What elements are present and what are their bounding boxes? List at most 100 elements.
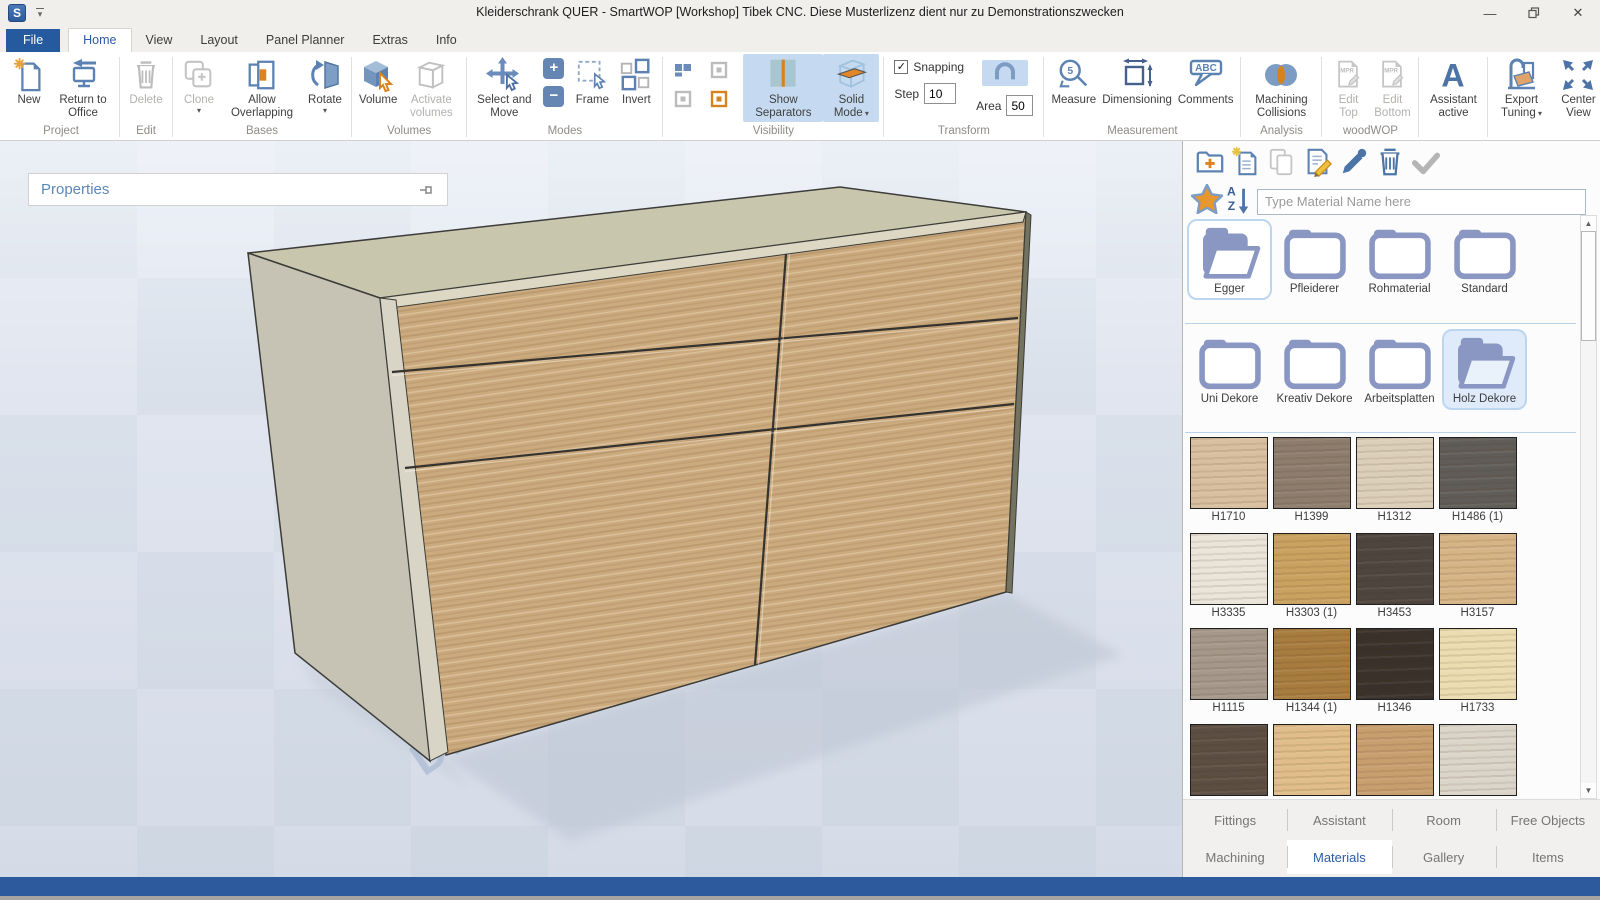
materials-scrollbar[interactable]: ▲ ▼ bbox=[1580, 215, 1597, 799]
select-and-move-button[interactable]: Select and Move bbox=[471, 54, 537, 122]
area-input[interactable] bbox=[1006, 95, 1033, 116]
material-swatch[interactable]: H1486 (1) bbox=[1438, 437, 1517, 524]
machining-collisions-button[interactable]: Machining Collisions bbox=[1245, 54, 1317, 122]
folder-kreativ-dekore[interactable]: Kreativ Dekore bbox=[1272, 329, 1357, 410]
invert-button[interactable]: Invert bbox=[614, 54, 658, 109]
copy-material-icon[interactable] bbox=[1267, 147, 1297, 177]
tab-panel-planner[interactable]: Panel Planner bbox=[252, 29, 359, 52]
scrollbar-thumb[interactable] bbox=[1581, 231, 1596, 341]
tab-room[interactable]: Room bbox=[1392, 803, 1496, 837]
material-chip[interactable] bbox=[1273, 437, 1351, 509]
apply-check-icon[interactable] bbox=[1411, 147, 1441, 177]
tab-assistant[interactable]: Assistant bbox=[1287, 803, 1391, 837]
scroll-up-button[interactable]: ▲ bbox=[1581, 216, 1596, 231]
pin-icon[interactable] bbox=[419, 182, 435, 198]
active-panel-toggle-icon[interactable] bbox=[709, 89, 729, 109]
tab-free-objects[interactable]: Free Objects bbox=[1496, 803, 1600, 837]
tab-info[interactable]: Info bbox=[422, 29, 471, 52]
allow-overlapping-button[interactable]: Allow Overlapping bbox=[221, 54, 303, 122]
dresser-3d-model[interactable]: Dresser bbox=[0, 141, 1182, 877]
export-tuning-dropdown-icon[interactable]: ▾ bbox=[1536, 109, 1542, 118]
comments-button[interactable]: ABC Comments bbox=[1175, 54, 1237, 109]
material-chip[interactable] bbox=[1356, 437, 1434, 509]
tab-machining[interactable]: Machining bbox=[1183, 840, 1287, 874]
volume-button[interactable]: Volume bbox=[356, 54, 400, 109]
snapping-checkbox[interactable]: ✓ bbox=[894, 60, 908, 74]
inner-panel-toggle-icon[interactable] bbox=[673, 89, 693, 109]
material-swatch[interactable]: H1346 bbox=[1355, 628, 1434, 715]
material-chip[interactable] bbox=[1273, 628, 1351, 700]
material-swatch[interactable]: H1115 bbox=[1189, 628, 1268, 715]
tab-materials[interactable]: Materials bbox=[1287, 840, 1391, 874]
assistant-active-button[interactable]: A Assistant active bbox=[1423, 54, 1483, 122]
material-chip[interactable] bbox=[1273, 724, 1351, 796]
material-chip[interactable] bbox=[1273, 533, 1351, 605]
delete-button[interactable]: Delete bbox=[124, 54, 168, 109]
material-swatch[interactable]: H1710 bbox=[1189, 437, 1268, 524]
dimensioning-button[interactable]: Dimensioning bbox=[1099, 54, 1175, 109]
clone-dropdown-icon[interactable]: ▾ bbox=[197, 107, 201, 115]
export-tuning-button[interactable]: Export Tuning ▾ bbox=[1492, 54, 1550, 122]
magnet-snap-button[interactable] bbox=[982, 60, 1028, 86]
folder-holz-dekore[interactable]: Holz Dekore bbox=[1442, 329, 1527, 410]
material-swatch[interactable] bbox=[1355, 724, 1434, 799]
return-to-office-button[interactable]: Return to Office bbox=[51, 54, 115, 122]
solid-mode-button[interactable]: Solid Mode ▾ bbox=[823, 54, 879, 122]
delete-material-icon[interactable] bbox=[1375, 147, 1405, 177]
viewport-3d[interactable]: Dresser bbox=[0, 141, 1182, 877]
material-swatch[interactable] bbox=[1189, 724, 1268, 799]
tab-home[interactable]: Home bbox=[68, 28, 131, 52]
sort-az-icon[interactable]: AZ bbox=[1223, 183, 1251, 220]
activate-volumes-button[interactable]: Activate volumes bbox=[400, 54, 462, 122]
material-chip[interactable] bbox=[1439, 628, 1517, 700]
favorites-star-icon[interactable] bbox=[1191, 184, 1223, 219]
material-chip[interactable] bbox=[1190, 628, 1268, 700]
material-swatch[interactable]: H3303 (1) bbox=[1272, 533, 1351, 620]
tab-file[interactable]: File bbox=[6, 29, 60, 52]
tab-fittings[interactable]: Fittings bbox=[1183, 803, 1287, 837]
material-chip[interactable] bbox=[1190, 724, 1268, 796]
edit-material-icon[interactable] bbox=[1303, 147, 1333, 177]
show-separators-button[interactable]: Show Separators bbox=[743, 54, 823, 122]
folder-uni-dekore[interactable]: Uni Dekore bbox=[1187, 329, 1272, 410]
material-chip[interactable] bbox=[1356, 533, 1434, 605]
material-swatch[interactable]: H3157 bbox=[1438, 533, 1517, 620]
material-chip[interactable] bbox=[1190, 533, 1268, 605]
clone-button[interactable]: Clone ▾ bbox=[177, 54, 221, 117]
material-chip[interactable] bbox=[1356, 724, 1434, 796]
material-swatch[interactable]: H1312 bbox=[1355, 437, 1434, 524]
edit-top-button[interactable]: MPR Edit Top bbox=[1326, 54, 1370, 122]
material-chip[interactable] bbox=[1356, 628, 1434, 700]
rotate-dropdown-icon[interactable]: ▾ bbox=[323, 107, 327, 115]
tab-items[interactable]: Items bbox=[1496, 840, 1600, 874]
folder-egger[interactable]: Egger bbox=[1187, 219, 1272, 300]
material-swatch[interactable] bbox=[1272, 724, 1351, 799]
properties-panel[interactable]: Properties bbox=[28, 173, 448, 206]
solid-mode-dropdown-icon[interactable]: ▾ bbox=[863, 109, 869, 118]
subtract-selection-button[interactable]: − bbox=[543, 86, 564, 107]
material-swatch[interactable] bbox=[1438, 724, 1517, 799]
folder-standard[interactable]: Standard bbox=[1442, 219, 1527, 300]
edit-bottom-button[interactable]: MPR Edit Bottom bbox=[1370, 54, 1414, 122]
material-search-input[interactable] bbox=[1257, 189, 1586, 215]
tab-layout[interactable]: Layout bbox=[186, 29, 252, 52]
material-swatch[interactable]: H3453 bbox=[1355, 533, 1434, 620]
material-swatch[interactable]: H1733 bbox=[1438, 628, 1517, 715]
add-selection-button[interactable]: + bbox=[543, 58, 564, 79]
scroll-down-button[interactable]: ▼ bbox=[1581, 783, 1596, 798]
measure-button[interactable]: 5 Measure bbox=[1048, 54, 1099, 109]
folder-pfleiderer[interactable]: Pfleiderer bbox=[1272, 219, 1357, 300]
tab-extras[interactable]: Extras bbox=[358, 29, 421, 52]
frame-button[interactable]: Frame bbox=[570, 54, 614, 109]
rotate-button[interactable]: Rotate ▾ bbox=[303, 54, 347, 117]
folder-arbeitsplatten[interactable]: Arbeitsplatten bbox=[1357, 329, 1442, 410]
new-button[interactable]: New bbox=[7, 54, 51, 109]
tab-view[interactable]: View bbox=[132, 29, 187, 52]
new-material-icon[interactable] bbox=[1231, 147, 1261, 177]
eyedropper-icon[interactable] bbox=[1339, 147, 1369, 177]
material-chip[interactable] bbox=[1439, 533, 1517, 605]
material-chip[interactable] bbox=[1439, 724, 1517, 796]
folder-rohmaterial[interactable]: Rohmaterial bbox=[1357, 219, 1442, 300]
add-folder-icon[interactable] bbox=[1195, 147, 1225, 177]
material-chip[interactable] bbox=[1190, 437, 1268, 509]
